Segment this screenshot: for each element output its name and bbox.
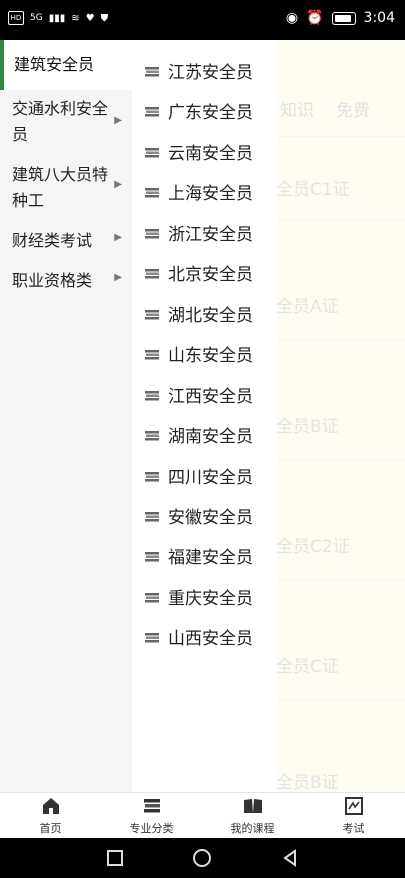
exam-icon [344,797,363,815]
subcategory-label: 山西安全员 [168,629,253,649]
subcategory-label: 云南安全员 [168,144,253,164]
subcategory-item[interactable]: 江苏安全员 [144,58,253,83]
nav-categories[interactable]: 专业分类 [101,797,202,836]
books-icon [145,268,159,278]
books-icon [145,106,159,116]
category-label: 建筑安全员 [14,55,95,74]
category-label: 职业资格类 [12,271,93,290]
books-icon [145,551,159,561]
subcategory-label: 福建安全员 [168,548,253,568]
subcategory-label: 江苏安全员 [168,63,253,83]
category-item-building-safety[interactable]: 建筑安全员 [0,40,132,90]
subcategory-label: 浙江安全员 [168,225,253,245]
subcategory-label: 安徽安全员 [168,508,253,528]
books-icon [145,511,159,521]
category-label: 建筑八大员特种工 [12,165,109,210]
bottom-navigation: 首页 专业分类 我的课程 考试 [0,792,405,839]
subcategory-label: 上海安全员 [168,184,253,204]
open-book-icon [243,799,262,813]
subcategory-item[interactable]: 山西安全员 [144,624,253,649]
nav-label: 专业分类 [129,822,174,835]
subcategory-label: 山东安全员 [168,346,253,366]
books-icon [145,66,159,76]
subcategory-label: 北京安全员 [168,265,253,285]
network-label: 5G [30,13,43,23]
books-icon [145,349,159,359]
category-item-finance-exam[interactable]: 财经类考试 ▶ [0,218,132,258]
back-button[interactable] [280,848,300,868]
category-sidebar: 建筑安全员 交通水利安全员 ▶ 建筑八大员特种工 ▶ 财经类考试 ▶ 职业资格类… [0,40,132,792]
battery-icon [331,11,356,25]
subcategory-label: 重庆安全员 [168,589,253,609]
subcategory-item[interactable]: 湖北安全员 [144,301,253,326]
books-icon [143,799,160,813]
books-icon [145,147,159,157]
books-icon [145,632,159,642]
nav-my-courses[interactable]: 我的课程 [202,797,303,836]
clock-time: 3:04 [363,10,395,26]
heart-icon: ♥ [85,12,95,24]
category-item-professional-qualification[interactable]: 职业资格类 ▶ [0,258,132,298]
subcategory-list: 江苏安全员 广东安全员 云南安全员 上海安全员 浙江安全员 北京安全员 湖北安全… [132,40,277,792]
eye-icon: ◉ [285,10,299,26]
subcategory-item[interactable]: 山东安全员 [144,341,253,366]
subcategory-label: 湖北安全员 [168,306,253,326]
hd-icon: HD [8,11,24,25]
subcategory-label: 四川安全员 [168,468,253,488]
wifi-icon: ≋ [71,12,80,24]
subcategory-item[interactable]: 江西安全员 [144,382,253,407]
status-bar: HD 5G ▮▮▮ ≋ ♥ ⛊ ◉ ⏰ 3:04 [0,0,405,40]
books-icon [145,471,159,481]
subcategory-item[interactable]: 浙江安全员 [144,220,253,245]
category-label: 财经类考试 [12,231,93,250]
system-navigation-bar [0,838,405,878]
subcategory-label: 江西安全员 [168,387,253,407]
nav-label: 考试 [342,822,365,835]
books-icon [145,187,159,197]
chevron-right-icon: ▶ [114,272,122,283]
category-item-transport-water[interactable]: 交通水利安全员 ▶ [0,90,132,152]
chevron-right-icon: ▶ [114,115,122,126]
nav-home[interactable]: 首页 [0,797,101,836]
shield-icon: ⛊ [100,12,109,24]
signal-icon: ▮▮▮ [48,12,66,24]
subcategory-item[interactable]: 重庆安全员 [144,584,253,609]
category-item-eight-roles[interactable]: 建筑八大员特种工 ▶ [0,152,132,218]
home-button[interactable] [192,848,212,868]
subcategory-item[interactable]: 广东安全员 [144,98,253,123]
subcategory-item[interactable]: 北京安全员 [144,260,253,285]
recent-apps-button[interactable] [105,848,125,868]
subcategory-label: 广东安全员 [168,103,253,123]
subcategory-item[interactable]: 上海安全员 [144,179,253,204]
subcategory-item[interactable]: 安徽安全员 [144,503,253,528]
subcategory-item[interactable]: 云南安全员 [144,139,253,164]
books-icon [145,228,159,238]
subcategory-item[interactable]: 四川安全员 [144,463,253,488]
books-icon [145,390,159,400]
subcategory-item[interactable]: 湖南安全员 [144,422,253,447]
books-icon [145,309,159,319]
nav-label: 首页 [39,822,62,835]
subcategory-item[interactable]: 福建安全员 [144,543,253,568]
books-icon [145,430,159,440]
subcategory-label: 湖南安全员 [168,427,253,447]
nav-label: 我的课程 [230,822,275,835]
chevron-right-icon: ▶ [114,232,122,243]
nav-exam[interactable]: 考试 [303,797,404,836]
alarm-icon: ⏰ [306,10,324,26]
home-icon [42,798,59,814]
books-icon [145,592,159,602]
category-label: 交通水利安全员 [12,99,109,144]
chevron-right-icon: ▶ [114,179,122,190]
